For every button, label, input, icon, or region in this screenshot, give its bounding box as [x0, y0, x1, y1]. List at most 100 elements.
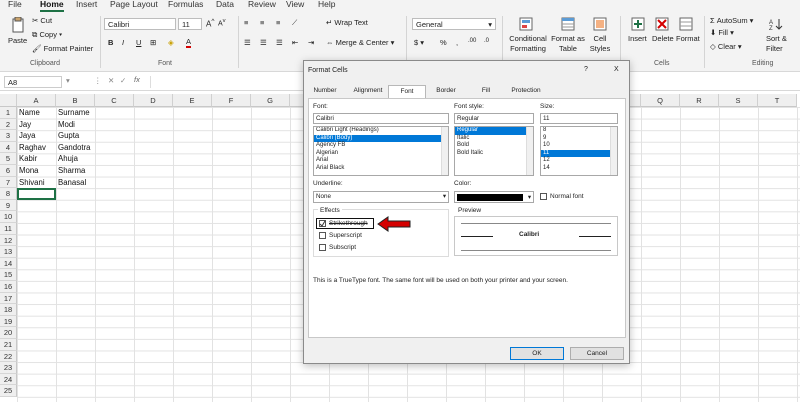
row-header-5[interactable]: 5 [0, 153, 17, 165]
tab-protection[interactable]: Protection [504, 85, 548, 97]
sort-filter-icon[interactable]: AZ [768, 16, 784, 32]
tab-font[interactable]: Font [388, 85, 426, 98]
cancel-button[interactable]: Cancel [570, 347, 624, 360]
underline-select[interactable]: None ▾ [313, 191, 449, 203]
font-style-list-item[interactable]: Bold [455, 142, 533, 150]
row-header-1[interactable]: 1 [0, 107, 17, 119]
fill-color-icon[interactable]: ◈ [168, 38, 174, 47]
row-header-23[interactable]: 23 [0, 362, 17, 374]
number-format-combobox[interactable]: General ▾ [412, 18, 496, 30]
format-painter-button[interactable]: 🖌 Format Painter [32, 44, 93, 53]
format-cells-icon[interactable] [678, 16, 694, 32]
font-size-combobox[interactable]: 11 [178, 18, 202, 30]
tab-review[interactable]: Review [248, 0, 276, 9]
font-list-scrollbar[interactable] [441, 127, 448, 175]
column-header-r[interactable]: R [680, 94, 719, 107]
insert-button[interactable]: Insert [628, 34, 647, 43]
tab-page-layout[interactable]: Page Layout [110, 0, 158, 9]
tab-number[interactable]: Number [310, 85, 340, 97]
wrap-text-button[interactable]: ↵ Wrap Text [326, 18, 368, 27]
row-header-21[interactable]: 21 [0, 339, 17, 351]
cell-a7[interactable]: Shivani [17, 177, 45, 189]
help-button[interactable]: ? [584, 66, 588, 73]
tab-formulas[interactable]: Formulas [168, 0, 203, 9]
cell-a1[interactable]: Name [17, 107, 40, 119]
tab-view[interactable]: View [286, 0, 304, 9]
confirm-entry-icon[interactable]: ✓ [120, 76, 126, 85]
size-list-item[interactable]: 8 [541, 127, 617, 135]
sort-filter-button[interactable]: Sort & [766, 34, 787, 43]
name-box[interactable]: A8 [4, 76, 62, 88]
column-header-a[interactable]: A [17, 94, 56, 107]
font-list-item[interactable]: Calibri Light (Headings) [314, 127, 448, 135]
size-list-scrollbar[interactable] [610, 127, 617, 175]
cell-styles-button[interactable]: Cell [586, 34, 614, 43]
format-as-table-button[interactable]: Format as [550, 34, 586, 43]
row-header-10[interactable]: 10 [0, 211, 17, 223]
tab-insert[interactable]: Insert [76, 0, 97, 9]
size-list-item[interactable]: 9 [541, 135, 617, 143]
strikethrough-checkbox[interactable] [319, 220, 326, 227]
column-header-t[interactable]: T [758, 94, 797, 107]
increase-indent-icon[interactable]: ⇥ [308, 38, 314, 47]
align-middle-icon[interactable]: ≡ [260, 18, 264, 27]
column-header-b[interactable]: B [56, 94, 95, 107]
font-style-list-item[interactable]: Regular [455, 127, 533, 135]
cell-b6[interactable]: Sharma [56, 165, 85, 177]
superscript-checkbox[interactable] [319, 232, 326, 239]
decrease-decimal-icon[interactable]: .0 [484, 38, 489, 44]
font-style-scrollbar[interactable] [526, 127, 533, 175]
column-header-d[interactable]: D [134, 94, 173, 107]
font-name-combobox[interactable]: Calibri [104, 18, 176, 30]
font-list-item[interactable]: Agency FB [314, 142, 448, 150]
font-color-icon[interactable]: A [186, 38, 192, 48]
row-header-3[interactable]: 3 [0, 130, 17, 142]
cell-a3[interactable]: Jaya [17, 130, 35, 142]
cell-b7[interactable]: Banasal [56, 177, 86, 189]
conditional-formatting-icon[interactable] [518, 16, 534, 32]
fill-button[interactable]: ⬇ Fill ▾ [710, 28, 734, 37]
subscript-checkbox[interactable] [319, 244, 326, 251]
name-box-dropdown-icon[interactable]: ▾ [66, 76, 70, 85]
column-header-s[interactable]: S [719, 94, 758, 107]
format-button[interactable]: Format [676, 34, 700, 43]
row-header-7[interactable]: 7 [0, 176, 17, 189]
bold-button[interactable]: B [108, 38, 113, 47]
cell-styles-icon[interactable] [592, 16, 608, 32]
column-header-q[interactable]: Q [641, 94, 680, 107]
orientation-icon[interactable]: ⟋ [292, 18, 297, 28]
tab-help[interactable]: Help [318, 0, 335, 9]
delete-cells-icon[interactable] [654, 16, 670, 32]
size-list-item[interactable]: 11 [541, 149, 617, 158]
row-header-18[interactable]: 18 [0, 304, 17, 316]
row-header-9[interactable]: 9 [0, 199, 17, 212]
format-as-table-icon[interactable] [560, 16, 576, 32]
align-top-icon[interactable]: ≡ [244, 18, 248, 27]
decrease-indent-icon[interactable]: ⇤ [292, 38, 298, 47]
row-header-16[interactable]: 16 [0, 281, 17, 293]
font-style-list-item[interactable]: Italic [455, 135, 533, 143]
align-bottom-icon[interactable]: ≡ [276, 18, 280, 27]
clear-button[interactable]: ◇ Clear ▾ [710, 42, 742, 51]
normal-font-checkbox[interactable] [540, 193, 547, 200]
cell-b3[interactable]: Gupta [56, 130, 79, 142]
row-header-15[interactable]: 15 [0, 269, 17, 281]
cell-a4[interactable]: Raghav [17, 142, 46, 154]
close-button[interactable]: X [614, 66, 619, 73]
conditional-formatting-button[interactable]: Conditional [508, 34, 548, 43]
ok-button[interactable]: OK [510, 347, 564, 360]
percent-icon[interactable]: % [440, 38, 447, 47]
decrease-font-size-icon[interactable]: Av [218, 18, 226, 27]
borders-icon[interactable]: ⊞ [150, 38, 156, 47]
cancel-entry-icon[interactable]: ✕ [108, 76, 114, 85]
column-header-e[interactable]: E [173, 94, 212, 107]
select-all-corner[interactable] [0, 94, 17, 107]
size-list[interactable]: 8 9 10 11 12 14 [540, 126, 618, 176]
row-header-8[interactable]: 8 [0, 188, 17, 200]
increase-font-size-icon[interactable]: A^ [206, 18, 214, 29]
cell-b4[interactable]: Gandotra [56, 142, 91, 154]
comma-style-icon[interactable]: , [456, 38, 458, 47]
column-header-c[interactable]: C [95, 94, 134, 107]
align-center-icon[interactable]: ☰ [260, 38, 267, 47]
cell-b2[interactable]: Modi [56, 119, 75, 131]
